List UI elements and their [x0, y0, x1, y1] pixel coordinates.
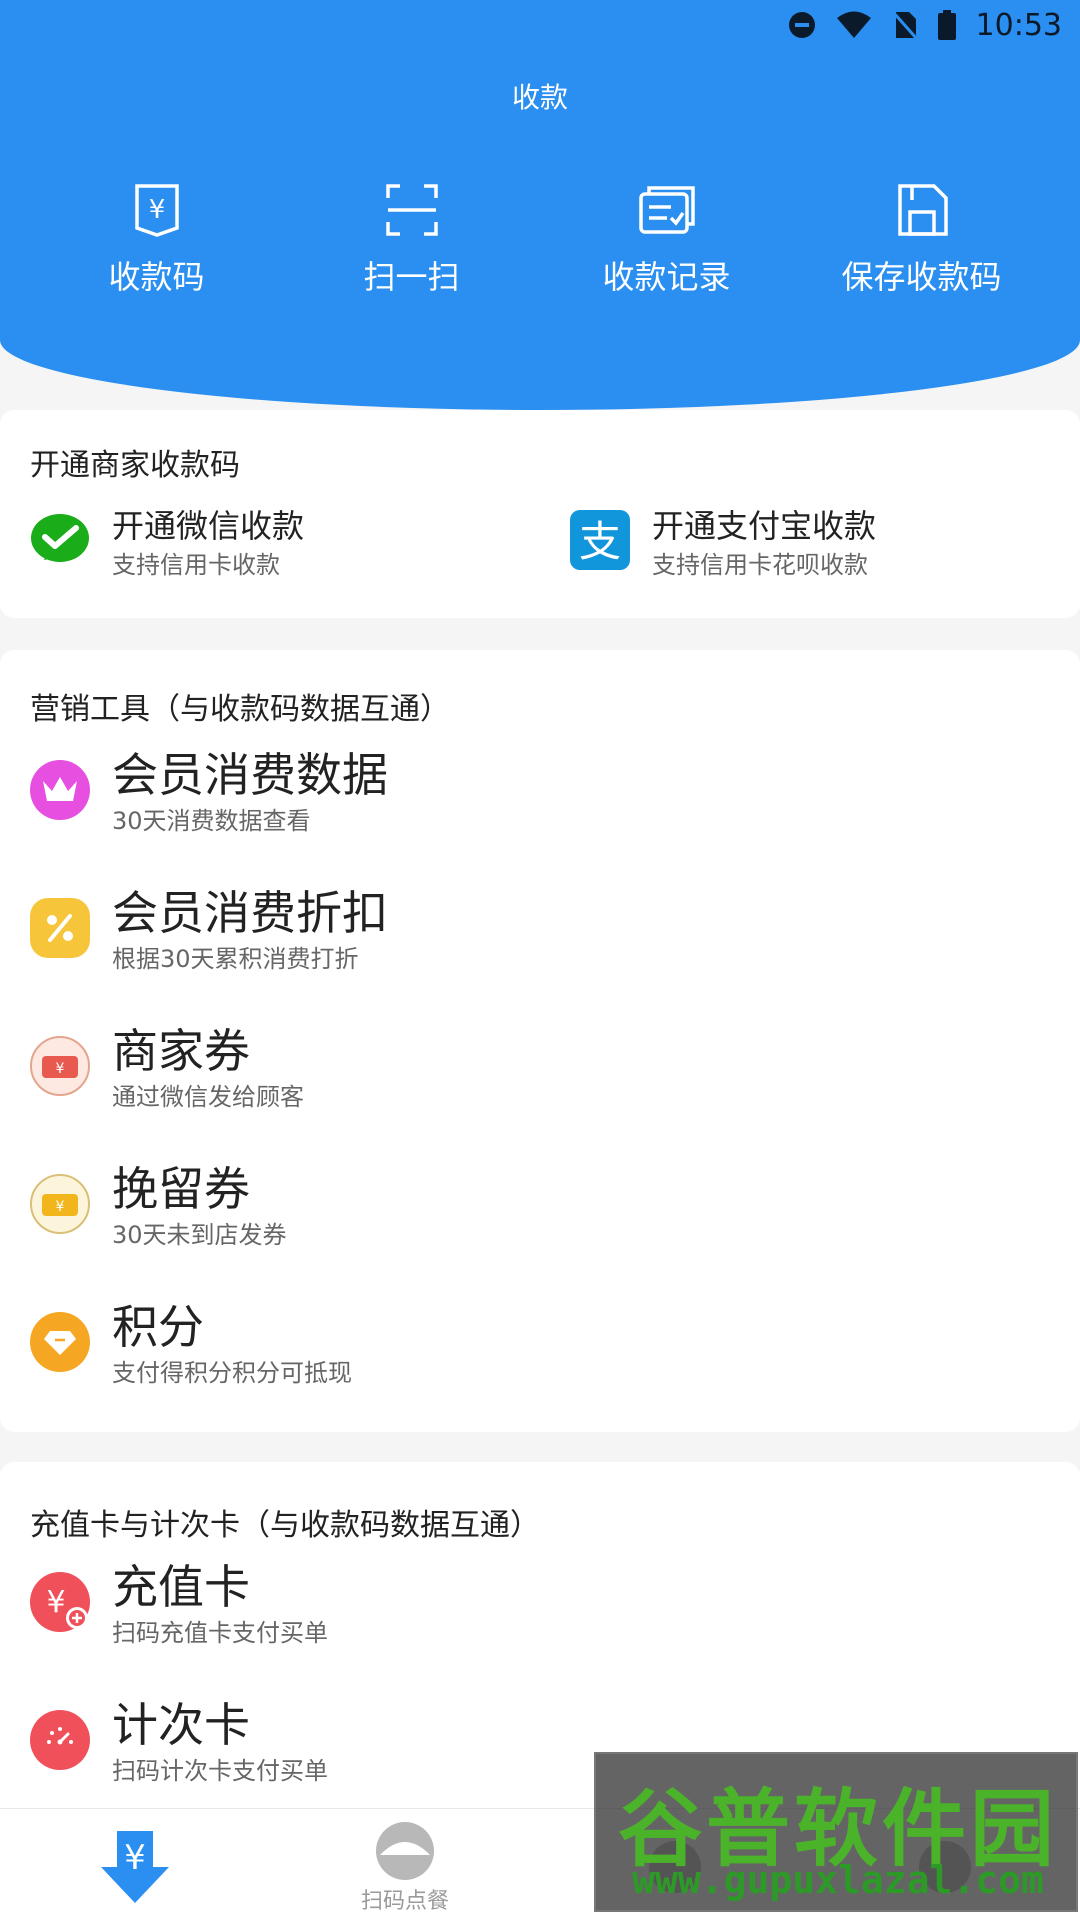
alipay-icon: 支	[570, 510, 630, 570]
crown-icon	[30, 760, 90, 820]
recharge-card-title: 充值卡	[112, 1560, 250, 1614]
svg-text:¥: ¥	[56, 1061, 65, 1077]
receipt-code-button[interactable]: ¥ 收款码	[29, 180, 284, 298]
points-item[interactable]: 积分 支付得积分积分可抵现	[30, 1298, 352, 1388]
no-sim-icon	[891, 11, 918, 40]
count-card-item[interactable]: 计次卡 扫码计次卡支付买单	[30, 1696, 328, 1786]
dnd-icon	[788, 12, 815, 38]
svg-text:¥: ¥	[148, 195, 165, 225]
collect-payment-icon: ¥	[101, 1830, 169, 1903]
save-code-label: 保存收款码	[841, 258, 1002, 296]
points-subtitle: 支付得积分积分可抵现	[112, 1359, 352, 1387]
merchant-section-title: 开通商家收款码	[30, 448, 240, 483]
svg-text:¥: ¥	[124, 1838, 146, 1878]
battery-icon	[937, 10, 956, 40]
merchant-coupon-icon: ¥	[30, 1036, 90, 1096]
merchant-coupon-subtitle: 通过微信发给顾客	[112, 1083, 304, 1111]
count-card-subtitle: 扫码计次卡支付买单	[112, 1757, 328, 1785]
count-card-icon	[30, 1710, 90, 1770]
merchant-card: 开通商家收款码 开通微信收款 支持信用卡收款 支 开通支付宝收款 支持信用卡花呗…	[0, 410, 1080, 618]
marketing-section-title: 营销工具（与收款码数据互通）	[30, 692, 450, 727]
watermark-url: www.gupuxlazal.com	[632, 1858, 1044, 1902]
records-button[interactable]: 收款记录	[539, 180, 794, 298]
nav-collect-payment[interactable]: ¥	[0, 1809, 270, 1920]
svg-text:支: 支	[579, 517, 621, 566]
watermark: 谷普软件园 www.gupuxlazal.com	[594, 1752, 1078, 1912]
status-bar: 10:53	[0, 0, 1080, 50]
receipt-code-icon: ¥	[134, 184, 179, 237]
nav-dining-label: 扫码点餐	[360, 1888, 449, 1914]
recharge-card-item[interactable]: ¥ 充值卡 扫码充值卡支付买单	[30, 1558, 328, 1648]
merchant-coupon-item[interactable]: ¥ 商家券 通过微信发给顾客	[30, 1022, 304, 1112]
member-data-item[interactable]: 会员消费数据 30天消费数据查看	[30, 746, 388, 836]
count-card-title: 计次卡	[112, 1698, 250, 1752]
alipay-item[interactable]: 支 开通支付宝收款 支持信用卡花呗收款	[570, 506, 876, 582]
retention-coupon-icon: ¥	[30, 1174, 90, 1234]
wifi-icon	[836, 11, 871, 38]
scan-icon	[385, 184, 438, 236]
member-data-title: 会员消费数据	[112, 748, 388, 802]
retention-coupon-item[interactable]: ¥ 挽留券 30天未到店发券	[30, 1160, 287, 1250]
wechat-pay-icon	[31, 514, 89, 562]
member-discount-title: 会员消费折扣	[112, 886, 388, 940]
wechat-pay-subtitle: 支持信用卡收款	[112, 551, 280, 579]
discount-icon	[30, 898, 90, 958]
save-icon	[897, 184, 948, 236]
dining-icon	[376, 1821, 434, 1880]
alipay-title: 开通支付宝收款	[652, 507, 877, 545]
records-label: 收款记录	[602, 258, 731, 296]
wechat-pay-item[interactable]: 开通微信收款 支持信用卡收款	[30, 506, 304, 582]
member-discount-item[interactable]: 会员消费折扣 根据30天累积消费打折	[30, 884, 388, 974]
svg-text:¥: ¥	[46, 1585, 65, 1620]
save-code-button[interactable]: 保存收款码	[794, 180, 1049, 298]
svg-text:¥: ¥	[56, 1199, 65, 1215]
receipt-code-label: 收款码	[108, 258, 205, 296]
recharge-card-icon: ¥	[30, 1572, 90, 1632]
scan-button[interactable]: 扫一扫	[284, 180, 539, 298]
scan-label: 扫一扫	[363, 258, 460, 296]
points-icon	[30, 1312, 90, 1372]
records-icon	[638, 186, 695, 234]
recharge-card-subtitle: 扫码充值卡支付买单	[112, 1619, 328, 1647]
marketing-card: 营销工具（与收款码数据互通） 会员消费数据 30天消费数据查看 会员消费折扣 根…	[0, 650, 1080, 1432]
retention-coupon-subtitle: 30天未到店发券	[112, 1221, 287, 1249]
points-title: 积分	[112, 1300, 204, 1354]
status-time: 10:53	[975, 7, 1062, 43]
nav-dining[interactable]: 扫码点餐	[270, 1809, 540, 1920]
page-title: 收款	[511, 81, 568, 114]
alipay-subtitle: 支持信用卡花呗收款	[652, 551, 868, 579]
card-section-title: 充值卡与计次卡（与收款码数据互通）	[30, 1508, 540, 1543]
wechat-pay-title: 开通微信收款	[112, 507, 305, 545]
header: 10:53 收款 ¥ 收款码 扫一扫 收款记录 保存收款码	[0, 0, 1080, 410]
member-discount-subtitle: 根据30天累积消费打折	[112, 945, 359, 973]
merchant-coupon-title: 商家券	[112, 1024, 250, 1078]
quick-actions: ¥ 收款码 扫一扫 收款记录 保存收款码	[0, 180, 1080, 298]
retention-coupon-title: 挽留券	[112, 1162, 250, 1216]
member-data-subtitle: 30天消费数据查看	[112, 807, 311, 835]
